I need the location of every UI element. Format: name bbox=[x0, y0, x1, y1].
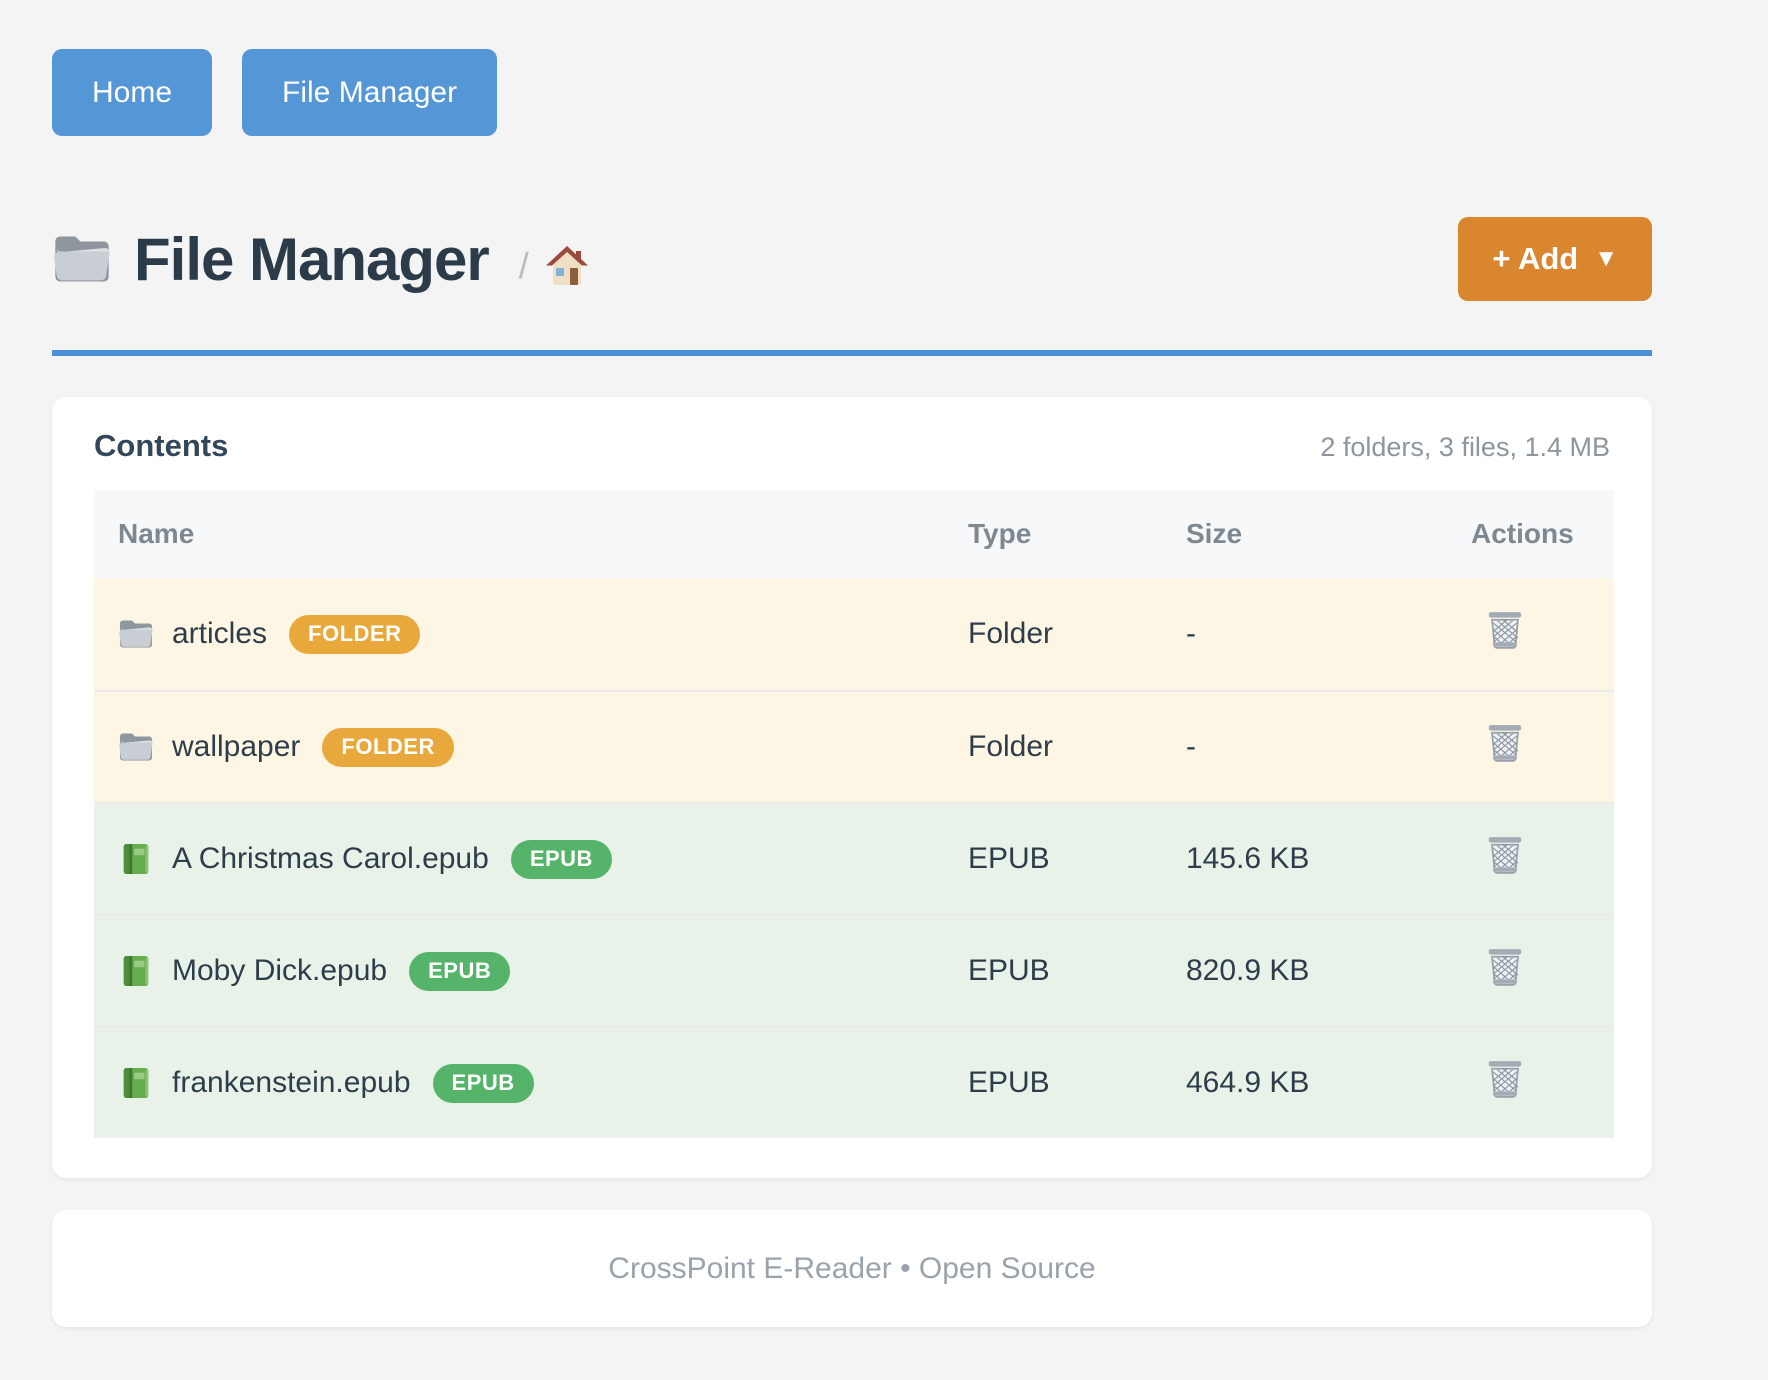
size-cell: - bbox=[1186, 617, 1471, 651]
file-type-badge: FOLDER bbox=[322, 728, 453, 767]
add-button-label: + Add bbox=[1492, 241, 1578, 277]
file-name-cell[interactable]: wallpaper FOLDER bbox=[94, 728, 968, 767]
contents-summary: 2 folders, 3 files, 1.4 MB bbox=[1320, 432, 1610, 463]
title-underline bbox=[52, 350, 1652, 356]
green-book-icon bbox=[118, 843, 154, 875]
breadcrumb-separator: / bbox=[519, 245, 529, 287]
type-cell: EPUB bbox=[968, 842, 1186, 876]
file-type-badge: EPUB bbox=[511, 840, 612, 879]
top-nav: Home File Manager bbox=[52, 49, 1652, 136]
size-cell: 464.9 KB bbox=[1186, 1066, 1471, 1100]
table-body: articlesFOLDERFolder-wallpaperFOLDERFold… bbox=[94, 578, 1614, 1138]
breadcrumb: / bbox=[519, 231, 589, 287]
folder-icon bbox=[118, 618, 154, 650]
add-button[interactable]: + Add ▼ bbox=[1458, 217, 1652, 301]
table-row: wallpaper FOLDER Folder- bbox=[94, 690, 1614, 802]
file-name: A Christmas Carol.epub bbox=[172, 842, 489, 876]
actions-cell bbox=[1471, 610, 1614, 658]
caret-down-icon: ▼ bbox=[1594, 245, 1618, 273]
size-cell: - bbox=[1186, 730, 1471, 764]
file-type-badge: EPUB bbox=[409, 952, 510, 991]
page: Home File Manager File Manager / bbox=[52, 0, 1652, 1327]
actions-cell bbox=[1471, 835, 1614, 883]
contents-title: Contents bbox=[94, 428, 228, 464]
size-cell: 145.6 KB bbox=[1186, 842, 1471, 876]
type-cell: Folder bbox=[968, 617, 1186, 651]
house-icon[interactable] bbox=[545, 246, 589, 286]
table-row: frankenstein.epubEPUBEPUB464.9 KB bbox=[94, 1026, 1614, 1138]
folder-icon bbox=[118, 731, 154, 763]
trash-icon[interactable] bbox=[1486, 947, 1524, 987]
file-name: articles bbox=[172, 617, 267, 651]
table-row: articles FOLDER Folder- bbox=[94, 578, 1614, 690]
trash-icon[interactable] bbox=[1486, 610, 1524, 650]
table-header-row: Name Type Size Actions bbox=[94, 490, 1614, 578]
nav-button-home[interactable]: Home bbox=[52, 49, 212, 136]
file-type-badge: FOLDER bbox=[289, 615, 420, 654]
actions-cell bbox=[1471, 723, 1614, 771]
footer-card: CrossPoint E-Reader • Open Source bbox=[52, 1210, 1652, 1327]
page-header: File Manager / + Add ▼ bbox=[52, 194, 1652, 324]
type-cell: EPUB bbox=[968, 954, 1186, 988]
file-table: Name Type Size Actions articles FOLDER Fol… bbox=[94, 490, 1614, 1138]
folder-icon bbox=[52, 233, 112, 285]
file-name: wallpaper bbox=[172, 730, 300, 764]
size-cell: 820.9 KB bbox=[1186, 954, 1471, 988]
green-book-icon bbox=[118, 955, 154, 987]
title-wrap: File Manager / bbox=[52, 225, 589, 294]
column-header-name: Name bbox=[94, 518, 968, 550]
actions-cell bbox=[1471, 947, 1614, 995]
trash-icon[interactable] bbox=[1486, 723, 1524, 763]
page-title: File Manager bbox=[134, 225, 489, 294]
column-header-actions: Actions bbox=[1471, 518, 1614, 550]
column-header-type: Type bbox=[968, 518, 1186, 550]
table-row: A Christmas Carol.epubEPUBEPUB145.6 KB bbox=[94, 802, 1614, 914]
file-name-cell[interactable]: frankenstein.epub EPUB bbox=[94, 1064, 968, 1103]
nav-button-file-manager[interactable]: File Manager bbox=[242, 49, 497, 136]
contents-card-header: Contents 2 folders, 3 files, 1.4 MB bbox=[94, 428, 1610, 464]
actions-cell bbox=[1471, 1059, 1614, 1107]
column-header-size: Size bbox=[1186, 518, 1471, 550]
table-row: Moby Dick.epubEPUBEPUB820.9 KB bbox=[94, 914, 1614, 1026]
trash-icon[interactable] bbox=[1486, 1059, 1524, 1099]
footer-text: CrossPoint E-Reader • Open Source bbox=[608, 1252, 1095, 1286]
type-cell: Folder bbox=[968, 730, 1186, 764]
green-book-icon bbox=[118, 1067, 154, 1099]
file-name-cell[interactable]: A Christmas Carol.epub EPUB bbox=[94, 840, 968, 879]
file-name-cell[interactable]: Moby Dick.epub EPUB bbox=[94, 952, 968, 991]
contents-card: Contents 2 folders, 3 files, 1.4 MB Name… bbox=[52, 397, 1652, 1178]
trash-icon[interactable] bbox=[1486, 835, 1524, 875]
file-type-badge: EPUB bbox=[433, 1064, 534, 1103]
file-name: Moby Dick.epub bbox=[172, 954, 387, 988]
file-name: frankenstein.epub bbox=[172, 1066, 411, 1100]
type-cell: EPUB bbox=[968, 1066, 1186, 1100]
file-name-cell[interactable]: articles FOLDER bbox=[94, 615, 968, 654]
